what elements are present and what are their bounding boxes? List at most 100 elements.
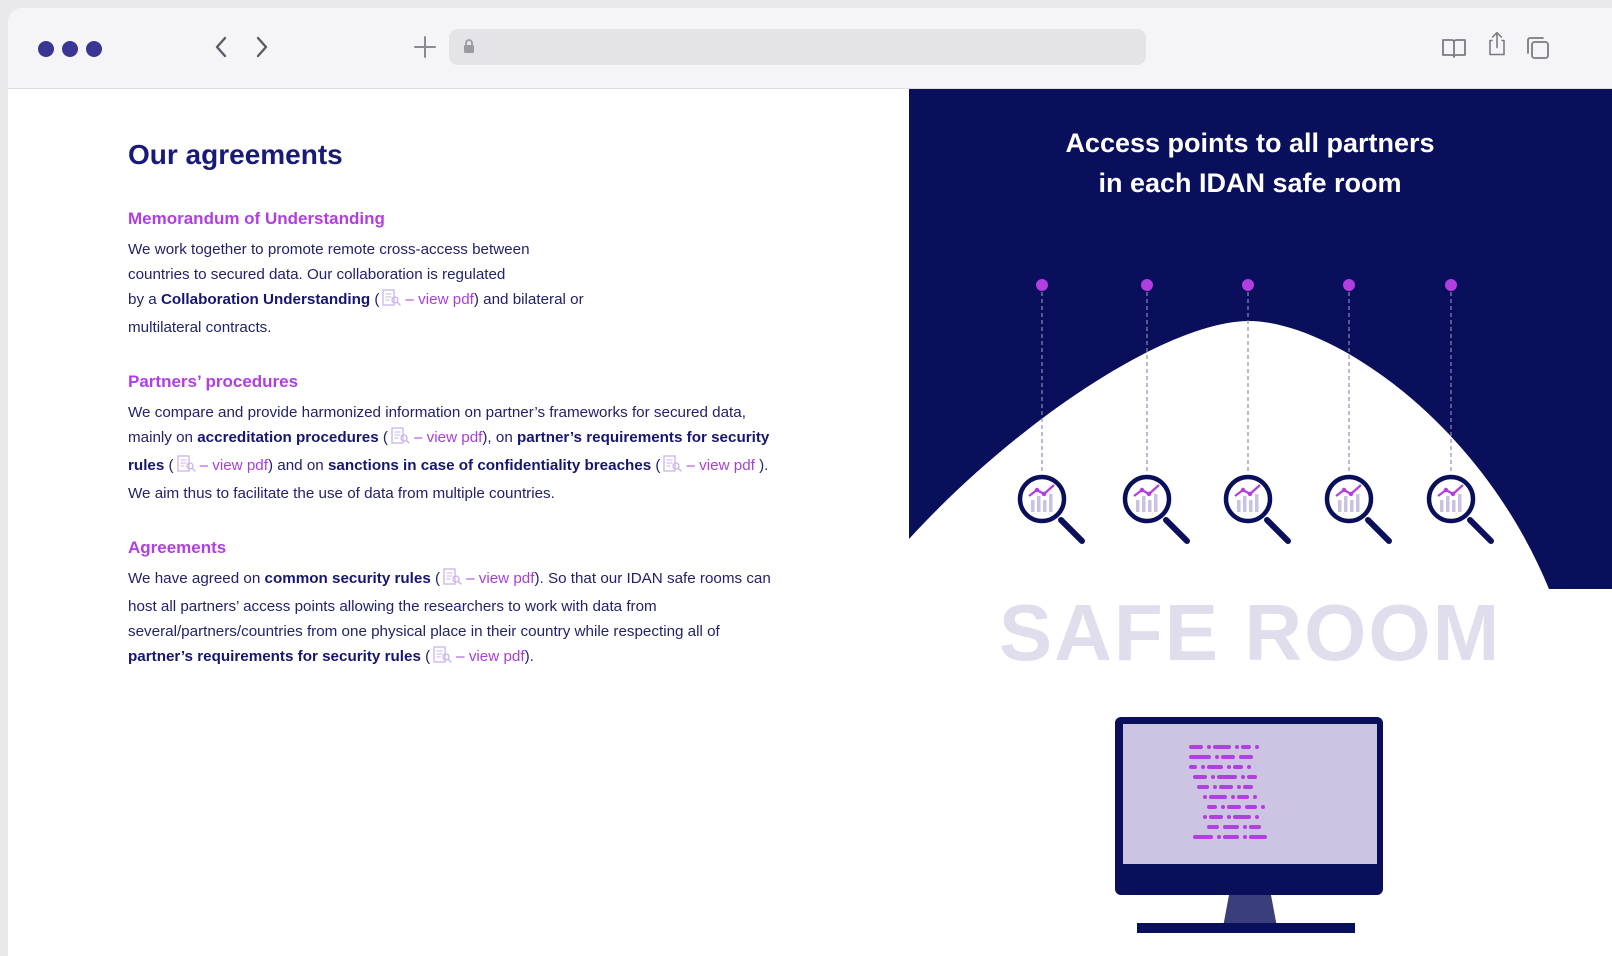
text-run: host all partners’ access points allowin…	[128, 598, 657, 615]
code-dash	[1189, 745, 1203, 749]
view-pdf-label: – view pdf	[199, 457, 268, 474]
code-dash	[1227, 805, 1241, 809]
section-text: We have agreed on common security rules …	[128, 566, 808, 672]
code-dash	[1245, 805, 1257, 809]
code-dash	[1249, 835, 1267, 839]
view-pdf-link[interactable]: – view pdf	[440, 568, 534, 587]
code-dash	[1223, 825, 1239, 829]
browser-toolbar	[8, 8, 1612, 89]
page-content: Our agreements Memorandum of Understandi…	[8, 89, 1612, 956]
code-dash	[1255, 745, 1259, 749]
bold-term: partner’s requirements for security rule…	[128, 648, 421, 665]
minimize-dot[interactable]	[62, 41, 78, 57]
chevron-left-icon	[215, 36, 227, 58]
view-pdf-label: – view pdf	[456, 648, 525, 665]
code-dash	[1189, 755, 1211, 759]
new-tab-button[interactable]	[408, 30, 442, 64]
code-dash	[1211, 775, 1215, 779]
text-run: We aim thus to facilitate the use of dat…	[128, 485, 555, 502]
illustration-canvas	[909, 89, 1612, 933]
bold-term: rules	[128, 457, 165, 474]
code-dash	[1239, 755, 1253, 759]
code-dash	[1253, 795, 1257, 799]
code-dash	[1233, 815, 1251, 819]
code-dash	[1189, 765, 1197, 769]
close-dot[interactable]	[38, 41, 54, 57]
text-run: several/partners/countries from one phys…	[128, 623, 720, 640]
view-pdf-link[interactable]: – view pdf	[388, 427, 482, 446]
plus-icon	[414, 36, 436, 58]
code-dash	[1233, 765, 1243, 769]
address-bar[interactable]	[449, 29, 1146, 65]
code-dash	[1241, 745, 1251, 749]
text-run: mainly on	[128, 429, 198, 446]
text-run: multilateral contracts.	[128, 319, 272, 336]
text-run: ) and on	[267, 457, 328, 474]
code-dash	[1241, 775, 1245, 779]
section-heading: Partners’ procedures	[128, 372, 299, 391]
reader-icon[interactable]	[1440, 34, 1468, 62]
text-run: We compare and provide harmonized inform…	[128, 404, 746, 421]
text-run: (	[420, 648, 431, 665]
text-run: ). So that our IDAN safe rooms can	[534, 570, 771, 587]
code-dash	[1221, 755, 1235, 759]
text-run: (	[378, 429, 388, 446]
page-title: Our agreements	[128, 139, 343, 170]
code-dash	[1255, 815, 1259, 819]
window-controls	[38, 41, 102, 57]
code-dash	[1227, 815, 1231, 819]
view-pdf-link[interactable]: – view pdf	[379, 289, 474, 308]
agreement-sections: Memorandum of Understanding We work toget…	[128, 209, 808, 672]
code-dash	[1209, 795, 1227, 799]
bold-term: partner’s requirements for security	[517, 429, 770, 446]
text-run: ).	[524, 648, 534, 665]
text-run: We work together to promote remote cross…	[128, 241, 530, 258]
back-button[interactable]	[208, 32, 234, 62]
magnifier-chart-icon	[1426, 474, 1494, 544]
code-dash	[1221, 805, 1225, 809]
text-run: ), on	[482, 429, 517, 446]
code-dash	[1235, 745, 1239, 749]
share-icon[interactable]	[1483, 30, 1511, 58]
code-dash	[1207, 765, 1223, 769]
code-dash	[1201, 765, 1205, 769]
code-dash	[1223, 835, 1239, 839]
view-pdf-link[interactable]: – view pdf	[174, 455, 268, 474]
computer-monitor-icon	[1115, 717, 1383, 933]
view-pdf-link[interactable]: – view pdf	[430, 646, 525, 665]
pdf-document-icon	[433, 646, 453, 672]
safe-room-illustration: Access points to all partners in each ID…	[909, 89, 1612, 956]
pdf-document-icon	[663, 455, 683, 481]
lock-icon	[464, 39, 474, 53]
code-dash	[1203, 815, 1207, 819]
code-dash	[1243, 785, 1253, 789]
browser-window: Our agreements Memorandum of Understandi…	[8, 8, 1612, 956]
code-dash	[1261, 805, 1265, 809]
code-dash	[1207, 805, 1217, 809]
safe-room-label: SAFE ROOM	[998, 588, 1502, 677]
code-dash	[1207, 745, 1211, 749]
access-point-dot	[1036, 279, 1048, 291]
code-dash	[1193, 775, 1207, 779]
forward-button[interactable]	[249, 32, 275, 62]
access-point-dot	[1343, 279, 1355, 291]
code-dash	[1243, 835, 1247, 839]
code-dash	[1207, 825, 1219, 829]
text-run: ) and bilateral or	[473, 291, 584, 308]
view-pdf-link[interactable]: – view pdf	[660, 455, 755, 474]
access-point-dot	[1445, 279, 1457, 291]
pdf-document-icon	[443, 568, 463, 594]
pdf-document-icon	[176, 455, 197, 481]
tabs-icon[interactable]	[1524, 34, 1552, 62]
view-pdf-label: – view pdf	[686, 457, 755, 474]
section-heading: Memorandum of Understanding	[128, 209, 385, 228]
bold-term: Collaboration Understanding	[160, 291, 371, 308]
magnifier-chart-icon	[1324, 474, 1392, 544]
code-dash	[1203, 795, 1207, 799]
zoom-dot[interactable]	[86, 41, 102, 57]
code-dash	[1217, 775, 1237, 779]
bold-term: common security rules	[264, 570, 431, 587]
magnifier-chart-icon	[1017, 474, 1085, 544]
title-line-2: in each IDAN safe room	[1098, 168, 1402, 198]
code-dash	[1213, 785, 1217, 789]
